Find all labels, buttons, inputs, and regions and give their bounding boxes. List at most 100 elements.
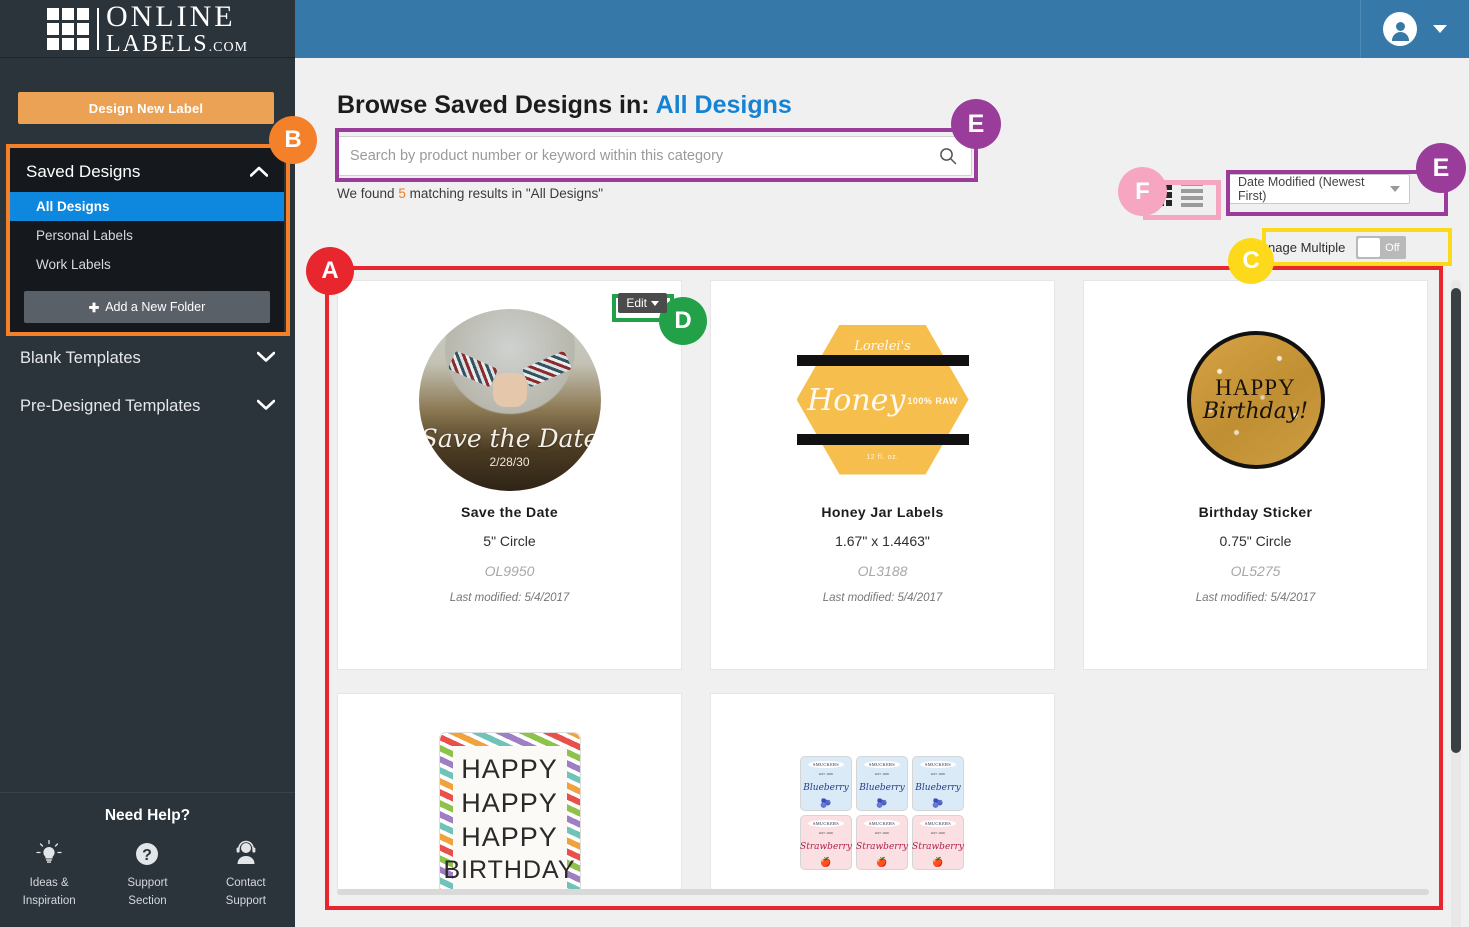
toggle-knob xyxy=(1358,238,1381,257)
help-label-line2: Section xyxy=(128,895,167,908)
help-item-support-section[interactable]: ? Support Section xyxy=(103,837,191,911)
vertical-scrollbar-thumb[interactable] xyxy=(1451,288,1461,753)
birthday-sticker-artwork: HAPPY Birthday! xyxy=(1186,330,1325,469)
help-item-ideas-inspiration[interactable]: Ideas & Inspiration xyxy=(5,837,93,911)
results-prefix: We found xyxy=(337,186,395,201)
view-toggle-group xyxy=(1150,182,1203,207)
manage-multiple-toggle[interactable]: Off xyxy=(1356,236,1407,259)
edit-button[interactable]: Edit xyxy=(618,293,667,313)
caret-down-icon xyxy=(651,300,659,306)
results-count-text: We found 5 matching results in "All Desi… xyxy=(337,186,603,201)
artwork-headline: Honey xyxy=(807,383,906,418)
designs-grid: Edit Save the Date 2/28/30 Save the Date xyxy=(337,280,1429,890)
sidebar: ONLINE LABELS.COM Design New Label Saved… xyxy=(0,0,295,927)
lightbulb-icon xyxy=(5,837,93,871)
saved-designs-header[interactable]: Saved Designs xyxy=(10,158,284,192)
help-label-line2: Support xyxy=(225,895,266,908)
plus-icon: ✚ xyxy=(88,300,100,315)
list-view-icon[interactable] xyxy=(1181,182,1203,207)
design-last-modified: Last modified: 5/4/2017 xyxy=(1195,592,1316,604)
results-count: 5 xyxy=(398,186,406,201)
saved-designs-panel: Saved Designs All Designs Personal Label… xyxy=(10,148,284,335)
main-content: Browse Saved Designs in: All Designs We … xyxy=(295,58,1469,927)
sidebar-item-all-designs[interactable]: All Designs xyxy=(10,192,284,221)
help-label-line2: Inspiration xyxy=(22,895,76,908)
design-size: 0.75" Circle xyxy=(1219,533,1292,549)
design-card[interactable]: Lorelei's Honey 100% RAW 12 fl. oz. Hone… xyxy=(710,280,1055,670)
sidebar-section-pre-designed-templates[interactable]: Pre-Designed Templates xyxy=(0,394,295,418)
sort-dropdown[interactable]: Date Modified (Newest First) xyxy=(1228,174,1410,204)
sidebar-item-personal-labels[interactable]: Personal Labels xyxy=(10,221,284,250)
grid-logo-icon xyxy=(46,7,89,50)
pre-designed-templates-label: Pre-Designed Templates xyxy=(20,396,201,415)
results-suffix: matching results in "All Designs" xyxy=(409,186,604,201)
header-divider xyxy=(1360,0,1361,58)
design-card[interactable]: HAPPY HAPPY HAPPY BIRTHDAY xyxy=(337,693,682,890)
design-last-modified: Last modified: 5/4/2017 xyxy=(449,592,570,604)
logo-primary-text: ONLINE xyxy=(105,0,236,33)
design-sku: OL3188 xyxy=(857,563,908,579)
artwork-line2: Birthday! xyxy=(1202,399,1309,424)
artwork-line1: HAPPY xyxy=(461,754,558,784)
artwork-subline: 2/28/30 xyxy=(489,454,530,469)
manage-multiple-label: Manage Multiple xyxy=(1250,240,1346,255)
horizontal-scrollbar[interactable] xyxy=(337,889,1429,895)
design-card[interactable]: HAPPY Birthday! Birthday Sticker 0.75" C… xyxy=(1083,280,1428,670)
help-label-line1: Ideas & xyxy=(29,877,69,890)
design-thumbnail: SMUCKERS EST. 1906 Blueberry 🫐 SMUCKERS EST.… xyxy=(711,694,1054,890)
design-card[interactable]: Edit Save the Date 2/28/30 Save the Date xyxy=(337,280,682,670)
design-thumbnail: HAPPY HAPPY HAPPY BIRTHDAY xyxy=(338,694,681,890)
user-avatar-icon[interactable] xyxy=(1383,12,1417,46)
honey-jar-artwork: Lorelei's Honey 100% RAW 12 fl. oz. xyxy=(793,322,972,477)
help-label-line1: Support xyxy=(127,877,168,890)
design-sku: OL9950 xyxy=(484,563,535,579)
artwork-brand: SMUCKERS xyxy=(807,761,845,768)
artwork-badge-text: 100% RAW xyxy=(907,395,958,406)
artwork-headline: Save the Date xyxy=(420,423,599,453)
saved-designs-title: Saved Designs xyxy=(26,162,141,181)
artwork-est: EST. 1906 xyxy=(819,772,833,777)
design-new-label-button[interactable]: Design New Label xyxy=(18,92,274,124)
artwork-top-text: Lorelei's xyxy=(854,338,911,354)
logo-divider xyxy=(96,7,99,50)
design-thumbnail: HAPPY Birthday! xyxy=(1084,281,1427,496)
page-root: ONLINE LABELS.COM Design New Label Saved… xyxy=(0,0,1469,927)
add-new-folder-label: Add a New Folder xyxy=(105,300,206,314)
headset-agent-icon xyxy=(202,837,290,871)
artwork-line3: HAPPY xyxy=(461,822,558,852)
design-size: 1.67" x 1.4463" xyxy=(835,533,930,549)
chevron-up-icon[interactable] xyxy=(249,165,269,180)
design-size: 5" Circle xyxy=(483,533,536,549)
artwork-line1: HAPPY xyxy=(1215,375,1296,400)
design-card[interactable]: SMUCKERS EST. 1906 Blueberry 🫐 SMUCKERS EST.… xyxy=(710,693,1055,890)
sidebar-section-blank-templates[interactable]: Blank Templates xyxy=(0,346,295,370)
page-title: Browse Saved Designs in: All Designs xyxy=(337,91,792,120)
brand-logo[interactable]: ONLINE LABELS.COM xyxy=(0,0,295,58)
search-bar[interactable] xyxy=(337,136,972,176)
artwork-flavor: Blueberry xyxy=(803,782,849,793)
happy-birthday-artwork: HAPPY HAPPY HAPPY BIRTHDAY xyxy=(438,732,581,890)
account-chevron-down-icon[interactable] xyxy=(1433,25,1447,33)
save-the-date-artwork: Save the Date 2/28/30 xyxy=(418,308,601,491)
chevron-down-icon xyxy=(256,397,276,415)
page-title-category[interactable]: All Designs xyxy=(656,91,792,119)
design-title: Save the Date xyxy=(460,504,559,520)
help-item-contact-support[interactable]: Contact Support xyxy=(202,837,290,911)
grid-view-icon[interactable] xyxy=(1150,183,1172,206)
design-last-modified: Last modified: 5/4/2017 xyxy=(822,592,943,604)
add-new-folder-button[interactable]: ✚ Add a New Folder xyxy=(24,291,270,323)
sidebar-item-work-labels[interactable]: Work Labels xyxy=(10,250,284,279)
search-input[interactable] xyxy=(338,148,939,164)
search-icon[interactable] xyxy=(939,147,971,165)
vertical-scrollbar-track[interactable] xyxy=(1451,280,1461,927)
logo-secondary-text: LABELS xyxy=(105,30,209,57)
question-mark-icon: ? xyxy=(103,837,191,871)
page-title-prefix: Browse Saved Designs in: xyxy=(337,91,650,119)
svg-text:?: ? xyxy=(143,847,153,864)
grid-empty-slot xyxy=(1083,693,1428,890)
design-title: Birthday Sticker xyxy=(1198,504,1313,520)
artwork-bottom-text: 12 fl. oz. xyxy=(866,453,899,461)
sort-selected-value: Date Modified (Newest First) xyxy=(1238,175,1365,203)
help-label-line1: Contact xyxy=(225,877,266,890)
artwork-line4: BIRTHDAY xyxy=(443,856,576,884)
